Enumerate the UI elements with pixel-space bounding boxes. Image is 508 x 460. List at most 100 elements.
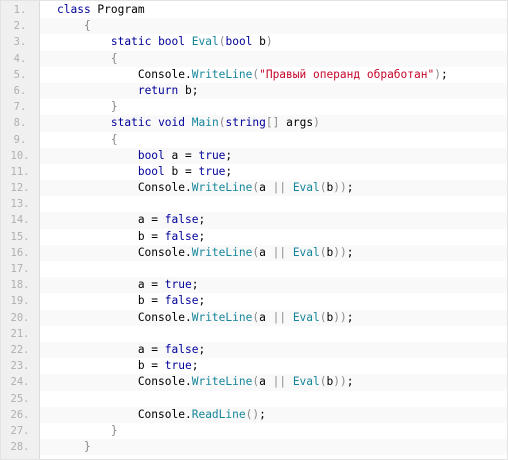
line-number: 22. [1,341,40,359]
code-content: { [57,132,507,148]
code-line: 24. Console.WriteLine(a || Eval(b)); [1,374,507,391]
code-line: 26. Console.ReadLine(); [1,406,507,423]
code-text: b; [178,83,199,97]
line-number: 7. [1,99,40,116]
code-line: 22. a = false; [1,341,507,359]
punctuation-token: ( [319,310,327,324]
punctuation-token: ( [319,375,327,389]
code-line: 17. [1,261,507,278]
code-line: 19. b = false; [1,293,507,310]
code-text: Console. [57,407,192,421]
code-content: class Program [57,2,507,18]
punctuation-token: ) [265,35,273,49]
code-content: Console.WriteLine(a || Eval(b)); [57,374,507,390]
code-line: 15. b = false; [1,228,507,245]
punctuation-token: ) [434,67,441,81]
code-content: a = false; [57,342,507,358]
code-text: ; [346,375,354,389]
keyword-token: bool [158,35,186,49]
punctuation-token: } [110,100,118,114]
keyword-token: static [110,35,152,49]
line-number: 2. [1,18,40,35]
punctuation-token: { [110,51,118,65]
code-line: 27. } [1,422,507,440]
code-content: b = true; [57,358,507,374]
code-text: Console. [57,181,192,195]
code-lines: 1. class Program 2. {3. static bool Eval(b… [1,2,507,456]
punctuation-token: || [272,310,287,324]
code-content: Console.WriteLine(a || Eval(b)); [57,180,507,196]
line-number: 3. [1,34,40,51]
method-token: WriteLine [191,375,253,389]
line-number: 12. [1,180,40,197]
method-token: Eval [292,375,320,389]
line-number: 23. [1,358,40,375]
keyword-token: true [198,148,226,162]
code-content: Console.WriteLine(a || Eval(b)); [57,310,507,326]
code-line: 16. Console.WriteLine(a || Eval(b)); [1,244,507,261]
method-token: Main [191,116,219,130]
code-text: a = [164,148,199,162]
keyword-token: false [164,213,199,227]
code-text: ; [346,181,354,195]
code-text: ; [346,310,354,324]
string-literal: "Правый операнд обработан" [259,67,435,81]
code-text: a [259,375,273,389]
code-text: ; [198,229,206,243]
punctuation-token: || [272,375,287,389]
punctuation-token: } [83,440,91,454]
code-text: ; [198,213,206,227]
code-content: { [57,18,507,34]
code-text: ; [191,359,199,373]
code-text: a = [57,342,165,356]
code-text: a [259,245,273,259]
code-line: 8. static void Main(string[] args) [1,115,507,132]
line-number: 15. [1,228,40,245]
method-token: WriteLine [191,310,253,324]
punctuation-token: || [272,181,287,195]
code-line: 7. } [1,99,507,116]
punctuation-token: } [110,423,118,437]
code-text: ; [225,164,233,178]
line-number: 5. [1,66,40,83]
keyword-token: false [164,342,199,356]
code-line: 21. [1,325,507,342]
keyword-token: class [57,3,91,16]
code-text: ; [198,294,206,308]
code-text: b = [57,229,165,243]
code-content: static bool Eval(bool b) [57,34,507,50]
line-number: 6. [1,82,40,100]
punctuation-token: ) [313,116,320,130]
method-token: Eval [292,310,320,324]
code-line: 12. Console.WriteLine(a || Eval(b)); [1,180,507,197]
method-token: WriteLine [191,245,253,259]
code-content: bool b = true; [57,164,507,180]
code-line: 6. return b; [1,82,507,100]
line-number: 26. [1,406,40,423]
code-text: Console. [57,310,192,324]
method-token: WriteLine [191,67,253,81]
code-line: 28. } [1,439,507,456]
method-token: WriteLine [191,181,253,195]
code-text: ; [191,278,199,292]
method-token: ReadLine [191,407,246,421]
method-token: Eval [292,245,320,259]
code-content: a = false; [57,212,507,228]
code-text: a = [57,278,165,292]
code-text: ; [259,407,266,421]
code-line: 23. b = true; [1,358,507,375]
line-number: 9. [1,131,40,148]
punctuation-token: [] [265,116,280,130]
code-text: ; [225,148,233,162]
code-viewer: 1. class Program 2. {3. static bool Eval(b… [0,0,508,460]
code-text: a [259,310,273,324]
